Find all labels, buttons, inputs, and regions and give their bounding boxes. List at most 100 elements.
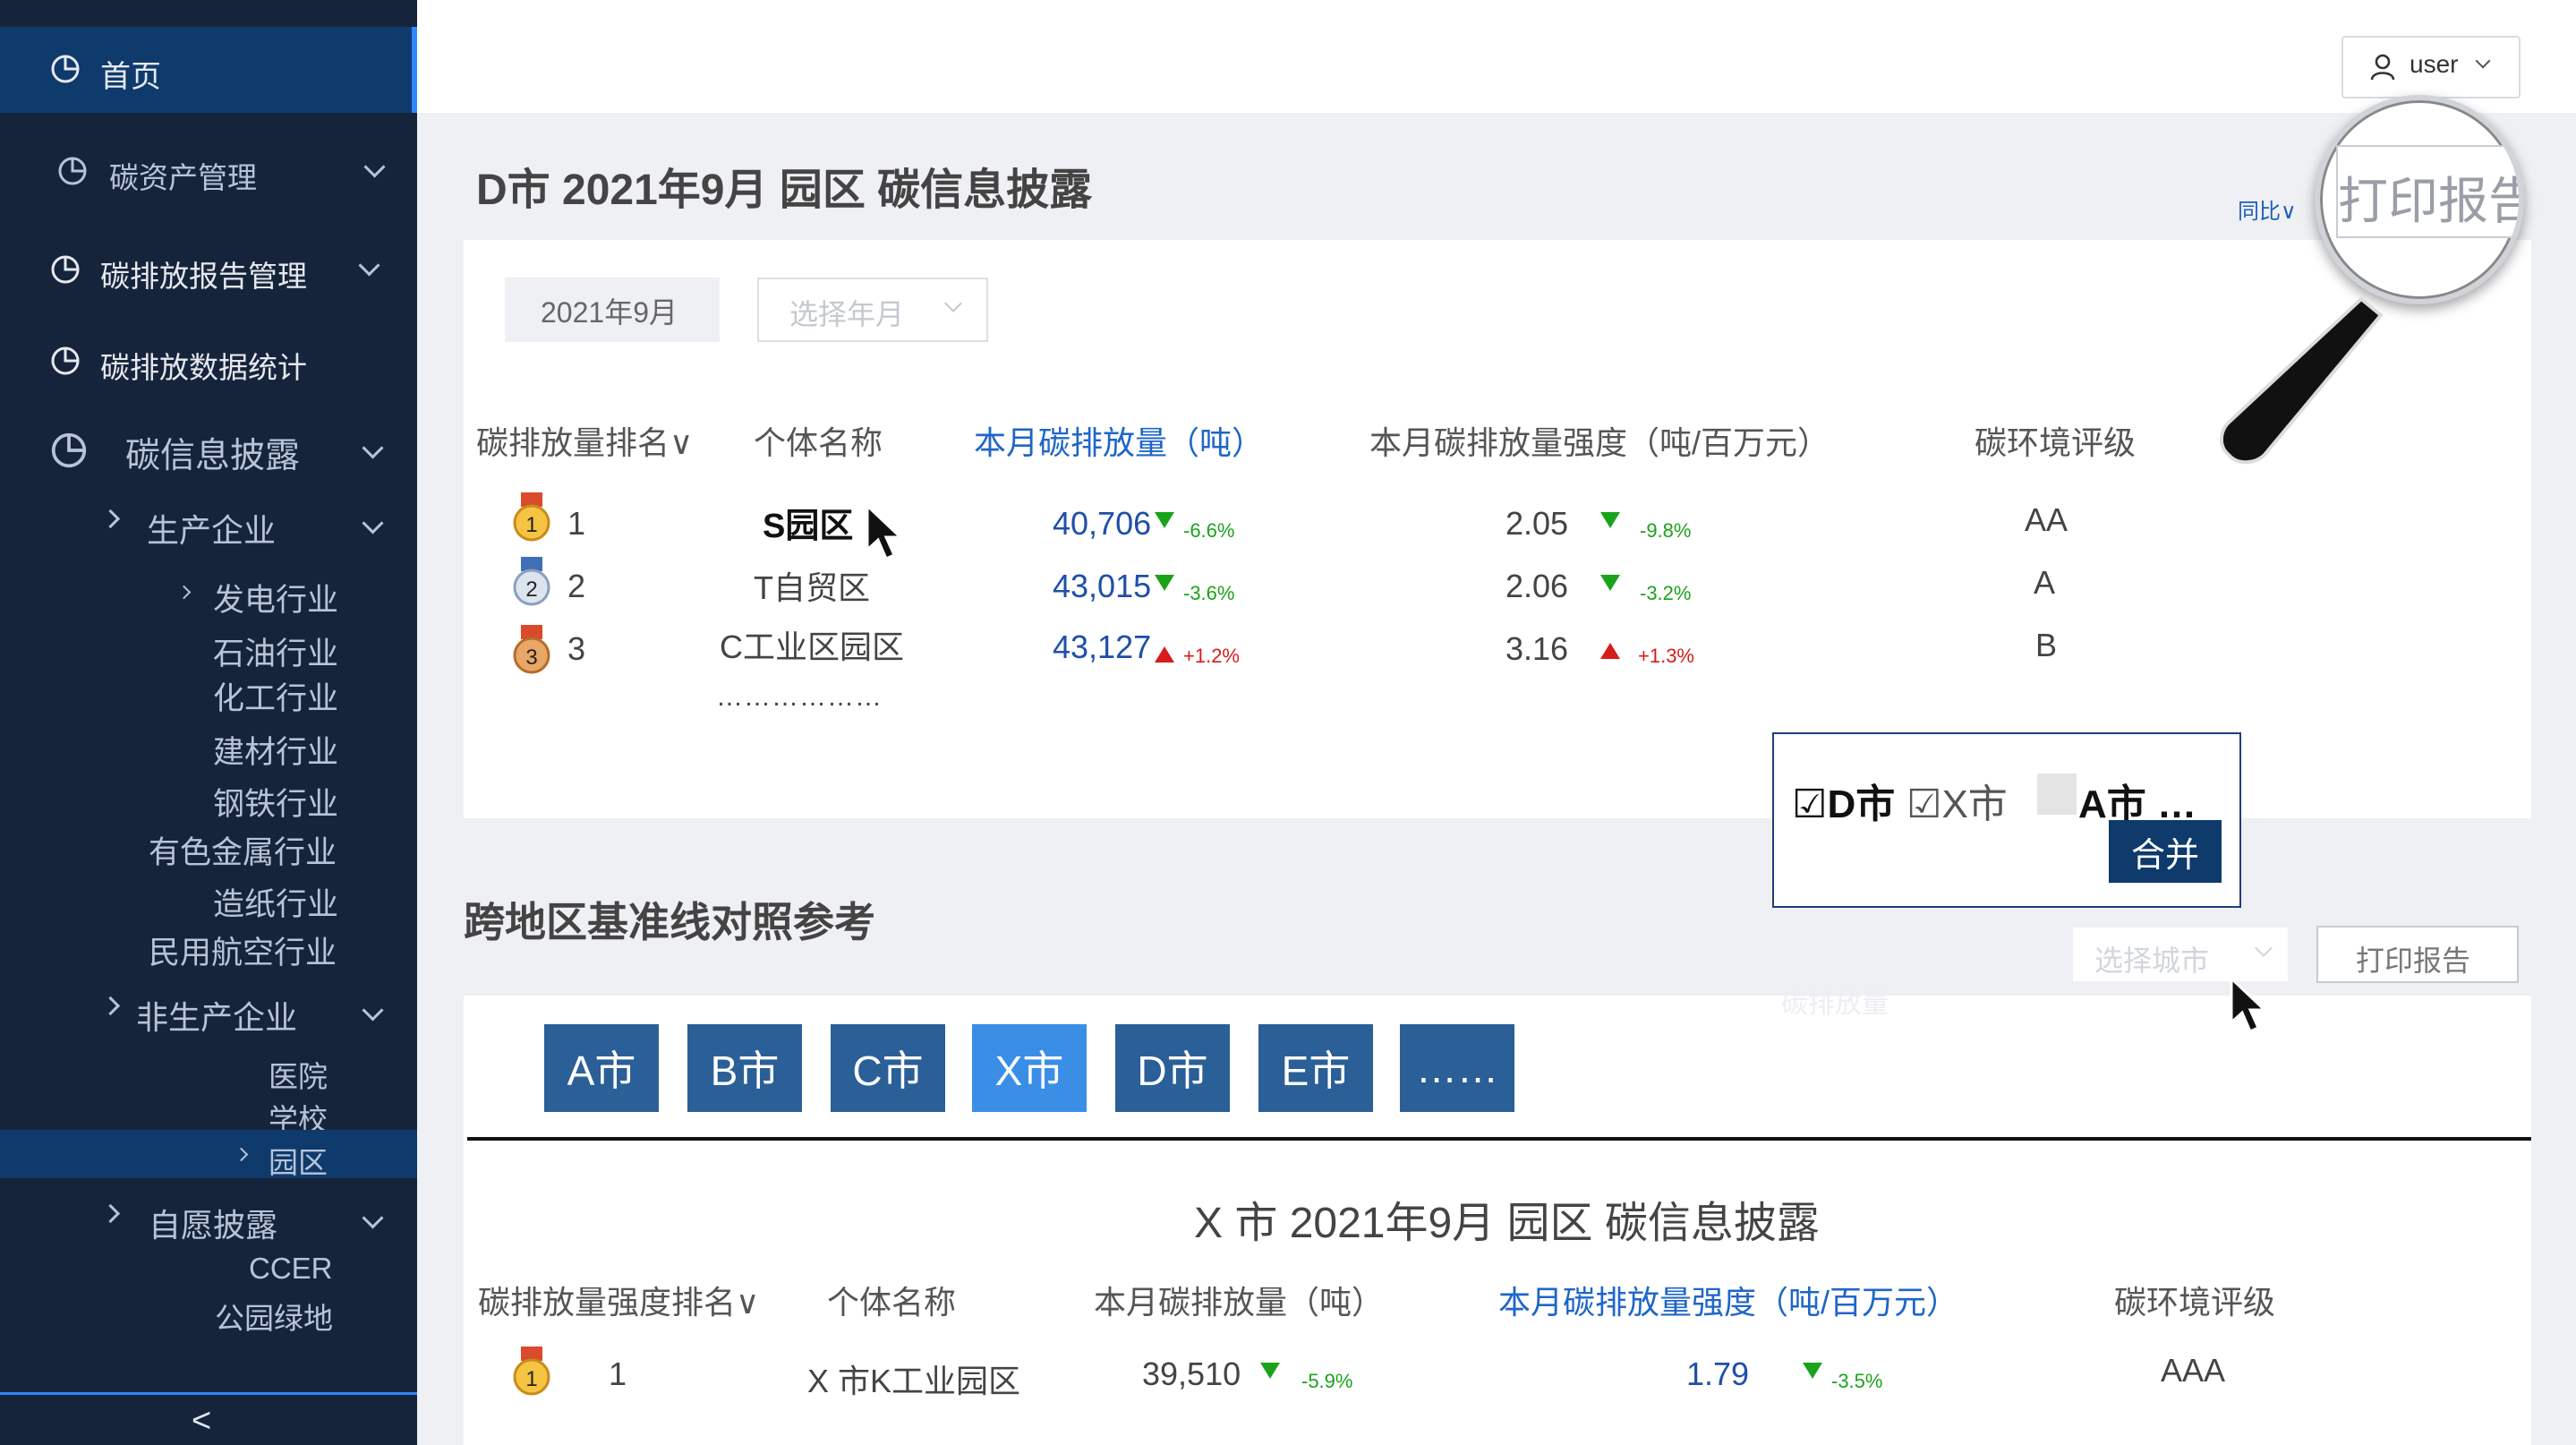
entity-name[interactable]: S园区 [763,498,853,547]
print-report-button[interactable]: 打印报告 [2316,926,2519,983]
user-menu-button[interactable]: user [2341,36,2521,98]
user-icon [2370,54,2395,81]
sidebar-item-label: 碳排放数据统计 [100,351,307,384]
chevron-down-icon[interactable] [362,1207,384,1229]
sidebar-item-label: 碳资产管理 [109,161,257,194]
col-emission: 本月碳排放量（吨） [1094,1284,1385,1321]
pie-chart-icon [51,346,80,375]
sidebar-item-petroleum[interactable]: 石油行业 [213,628,338,674]
top-bar [417,0,2576,113]
page-title: D市 2021年9月 园区 碳信息披露 [476,167,1093,214]
sidebar: 首页 碳资产管理 碳排放报告管理 碳排放数据统计 碳信息披露 生产企业 发电行业… [0,0,417,1445]
sidebar-item-label: 碳信息披露 [125,437,301,475]
col-intensity: 本月碳排放量强度（吨/百万元） [1369,424,1830,461]
svg-text:3: 3 [525,646,537,670]
pie-chart-icon [51,432,87,468]
entity-name[interactable]: C工业区园区 [720,621,904,668]
entity-name[interactable]: T自贸区 [754,562,870,609]
sidebar-item-chemical[interactable]: 化工行业 [213,673,338,719]
magnifier-overlay: 打印报告 [2315,95,2524,304]
city-tab-a[interactable]: A市 [544,1024,659,1112]
city-checkbox-a[interactable] [2037,774,2077,815]
magnifier-handle-icon [2220,296,2384,465]
sidebar-item-park[interactable]: 园区 [269,1139,328,1182]
svg-text:1: 1 [525,1367,537,1391]
col-grade: 碳环境评级 [2114,1284,2276,1321]
silver-medal-icon: 2 [513,557,550,606]
svg-text:1: 1 [525,513,537,537]
down-arrow-icon [1803,1363,1822,1379]
yoy-toggle[interactable]: 同比∨ [2238,193,2297,225]
col-emission[interactable]: 本月碳排放量（吨） [974,417,1264,464]
city-tab-more[interactable]: …… [1400,1024,1514,1112]
faded-label: 碳排放量 [1781,989,1889,1019]
merge-popup: ☑D市 ☑X市 A市 … 合并 [1772,732,2241,908]
sidebar-item-paper[interactable]: 造纸行业 [213,879,338,925]
sidebar-group-non-producer[interactable]: 非生产企业 [136,992,297,1039]
col-name: 个体名称 [754,424,883,461]
bronze-medal-icon: 3 [513,625,550,674]
city-checkbox-d[interactable]: ☑D市 [1792,772,1895,829]
chevron-down-icon[interactable] [362,999,384,1022]
col-rank[interactable]: 碳排放量排名∨ [476,417,693,464]
chevron-right-icon [100,509,121,529]
sidebar-item-ccer[interactable]: CCER [249,1252,333,1286]
sidebar-item-building[interactable]: 建材行业 [213,727,338,773]
sidebar-item-power[interactable]: 发电行业 [213,575,338,620]
col-intensity[interactable]: 本月碳排放量强度（吨/百万元） [1498,1277,1958,1323]
month-select[interactable]: 选择年月 [757,278,988,342]
sidebar-group-voluntary[interactable]: 自愿披露 [149,1200,277,1246]
gold-medal-icon: 1 [513,1347,550,1396]
down-arrow-icon [1600,575,1620,591]
chevron-down-icon [944,295,962,312]
divider [0,1392,417,1395]
sidebar-item-steel[interactable]: 钢铁行业 [213,779,338,825]
cursor-arrow-icon [866,503,904,560]
sidebar-item-green-park[interactable]: 公园绿地 [215,1295,333,1338]
up-arrow-icon [1600,643,1620,659]
section-title: 跨地区基准线对照参考 [464,899,875,945]
divider [467,1137,2531,1141]
chevron-right-icon [176,585,192,600]
down-arrow-icon [1155,575,1174,591]
city-tab-x[interactable]: X市 [972,1024,1087,1112]
chevron-down-icon [2255,939,2273,957]
city-select[interactable]: 选择城市 [2073,928,2288,981]
cursor-arrow-icon [2230,976,2268,1033]
sidebar-group-producer[interactable]: 生产企业 [147,505,276,551]
sub-title: X 市 2021年9月 园区 碳信息披露 [1194,1200,1820,1247]
svg-text:2: 2 [525,577,537,602]
city-tab-d[interactable]: D市 [1115,1024,1230,1112]
col-grade: 碳环境评级 [1975,424,2137,461]
col-intensity-rank[interactable]: 碳排放量强度排名∨ [478,1277,759,1323]
entity-name[interactable]: X 市K工业园区 [807,1355,1020,1402]
merge-button[interactable]: 合并 [2109,820,2222,883]
sidebar-home-label: 首页 [100,60,161,94]
pie-chart-icon [58,157,87,185]
username: user [2410,50,2459,78]
pie-chart-icon [51,55,80,83]
gold-medal-icon: 1 [513,492,550,542]
down-arrow-icon [1260,1363,1280,1379]
print-report-button-zoomed[interactable]: 打印报告 [2336,145,2519,238]
col-name: 个体名称 [827,1284,957,1321]
sidebar-item-nonferrous[interactable]: 有色金属行业 [149,827,337,873]
collapse-sidebar-button[interactable]: < [192,1402,211,1441]
pie-chart-icon [51,255,80,284]
city-checkbox-x[interactable]: ☑X市 [1906,772,2008,829]
sidebar-item-park-active[interactable] [0,1130,417,1178]
chevron-down-icon[interactable] [362,512,384,534]
city-tab-e[interactable]: E市 [1258,1024,1373,1112]
city-tab-b[interactable]: B市 [687,1024,802,1112]
down-arrow-icon [1600,512,1620,528]
sidebar-item-aviation[interactable]: 民用航空行业 [149,928,337,973]
down-arrow-icon [1155,512,1174,528]
more-rows[interactable]: ……………… [716,682,883,713]
sidebar-item-label: 碳排放报告管理 [100,260,307,293]
chevron-right-icon [100,996,121,1016]
city-tab-c[interactable]: C市 [831,1024,945,1112]
chevron-down-icon [2475,53,2491,69]
chevron-right-icon [100,1203,121,1224]
sidebar-item-hospital[interactable]: 医院 [269,1053,328,1096]
up-arrow-icon [1155,646,1174,663]
